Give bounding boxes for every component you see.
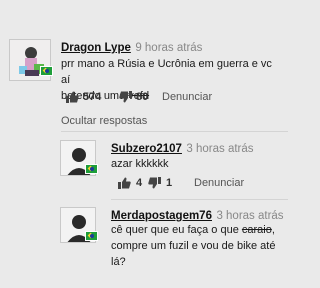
- report-link[interactable]: Denunciar: [162, 91, 212, 103]
- dislike-count: 80: [136, 91, 149, 103]
- thumbs-up-icon: [118, 177, 131, 189]
- reply-text-prefix: cê quer que eu faça o que: [111, 224, 242, 236]
- like-count: 4: [136, 177, 143, 189]
- dislike-button[interactable]: 80: [119, 91, 148, 103]
- reply-text-line-3: lá?: [111, 256, 126, 268]
- reply-timestamp: 3 horas atrás: [216, 210, 284, 222]
- thumbs-down-icon: [119, 91, 132, 103]
- reply-author[interactable]: Merdapostagem76: [111, 210, 212, 222]
- brazil-flag-icon: [40, 66, 53, 76]
- dislike-button[interactable]: 1: [148, 177, 172, 189]
- thumbs-down-icon: [148, 177, 161, 189]
- reply-text: azar kkkkkk: [111, 158, 169, 170]
- reply-text-line-2: compre um fuzil e vou de bike até: [111, 240, 276, 252]
- brazil-flag-icon: [85, 164, 98, 174]
- comment-actions: 574 80 Denunciar: [66, 91, 266, 105]
- like-button[interactable]: 4: [118, 177, 142, 189]
- reply-text: cê quer que eu faça o que caraio, compre…: [111, 222, 287, 270]
- reply-text-struck: caraio: [241, 224, 272, 236]
- brazil-flag-icon: [85, 231, 98, 241]
- thumbs-up-icon: [66, 91, 79, 103]
- divider: [61, 131, 288, 132]
- reply-author[interactable]: Subzero2107: [111, 143, 182, 155]
- hide-replies-link[interactable]: Ocultar respostas: [61, 115, 147, 127]
- comment-author[interactable]: Dragon Lype: [61, 42, 131, 54]
- reply-text-suffix: ,: [271, 224, 275, 236]
- divider: [111, 199, 288, 200]
- reply-text-line-1: cê quer que eu faça o que caraio,: [111, 222, 287, 238]
- comment-text-line-1: prr mano a Rúsia e Ucrônia em guerra e v…: [61, 58, 272, 86]
- report-link[interactable]: Denunciar: [194, 177, 244, 189]
- reply-timestamp: 3 horas atrás: [186, 143, 254, 155]
- like-count: 574: [83, 91, 102, 103]
- dislike-count: 1: [166, 177, 173, 189]
- comment-timestamp: 9 horas atrás: [135, 42, 203, 54]
- reply-actions: 4 1 Denunciar: [118, 177, 288, 191]
- like-button[interactable]: 574: [66, 91, 101, 103]
